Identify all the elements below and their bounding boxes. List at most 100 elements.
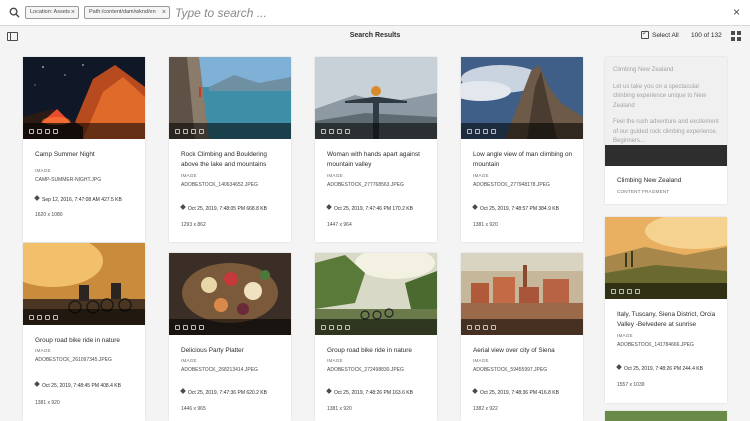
search-bar: Location: Assets × Path:/content/dam/wkn… (0, 0, 750, 26)
card-meta: Oct 25, 2019, 7:48:36 PM 416.8 KB (472, 388, 559, 396)
asset-card[interactable]: Camp Summer Night IMAGE CAMP-SUMMER-NIGH… (23, 57, 145, 242)
thumbnail-bike-ride (23, 243, 145, 325)
card-filename: ADOBESTOCK_141784666.JPEG (617, 342, 694, 348)
asset-card[interactable]: Group road bike ride in nature IMAGE ADO… (315, 253, 437, 421)
close-search-icon[interactable]: × (733, 5, 740, 19)
card-filename: ADOBESTOCK_59455997.JPEG (473, 367, 548, 373)
card-dimensions: 1620 x 1080 (35, 212, 63, 218)
card-filename: ADOBESTOCK_140634652.JPEG (181, 182, 258, 188)
fragment-line: Let us take you on a spectacular climbin… (613, 83, 707, 109)
card-dimensions: 1557 x 1039 (617, 382, 645, 388)
edit-icon (180, 388, 186, 394)
result-count: 100 of 132 (691, 32, 722, 39)
fragment-title: Climbing New Zealand (617, 177, 682, 184)
quick-actions (461, 123, 583, 139)
quick-actions (605, 145, 727, 166)
card-type: IMAGE (327, 173, 343, 178)
card-dimensions: 1293 x 862 (181, 222, 206, 228)
card-type: IMAGE (617, 333, 633, 338)
card-filename: ADOBESTOCK_277768563.JPEG (327, 182, 404, 188)
card-title: Rock Climbing and Bouldering above the l… (181, 151, 267, 168)
card-title: Italy, Tuscany, Siena District, Orcia Va… (617, 311, 716, 328)
card-type: IMAGE (473, 358, 489, 363)
card-filename: ADOBESTOCK_272498830.JPEG (327, 367, 404, 373)
card-type: IMAGE (35, 348, 51, 353)
card-title: Woman with hands apart against mountain … (327, 151, 420, 168)
select-all-label: Select All (652, 31, 679, 39)
card-meta: Oct 25, 2019, 7:47:36 PM 620.2 KB (180, 388, 267, 396)
remove-location-tag-icon[interactable]: × (71, 7, 75, 18)
card-filename: ADOBESTOCK_268213414.JPEG (181, 367, 258, 373)
search-input[interactable] (175, 4, 595, 22)
edit-icon (472, 204, 478, 210)
thumbnail-woman-valley (315, 57, 437, 139)
edit-icon (34, 381, 40, 387)
edit-icon (472, 388, 478, 394)
card-type: IMAGE (181, 173, 197, 178)
thumbnail-party-platter (169, 253, 291, 335)
remove-path-tag-icon[interactable]: × (162, 7, 166, 18)
asset-card[interactable]: Delicious Party Platter IMAGE ADOBESTOCK… (169, 253, 291, 421)
asset-card[interactable]: Woman with hands apart against mountain … (315, 57, 437, 242)
asset-card[interactable]: Italy, Tuscany, Siena District, Orcia Va… (605, 217, 727, 403)
view-switcher-icon[interactable] (731, 31, 741, 41)
asset-card[interactable] (605, 411, 727, 421)
location-filter-tag[interactable]: Location: Assets × (25, 6, 79, 19)
quick-actions (315, 319, 437, 335)
card-dimensions: 1381 x 920 (473, 222, 498, 228)
action-bar: Search Results Select All 100 of 132 (0, 26, 750, 47)
card-filename: ADOBESTOCK_261097345.JPEG (35, 357, 112, 363)
card-dimensions: 1446 x 965 (181, 406, 206, 412)
quick-actions (169, 319, 291, 335)
thumbnail-tuscany (605, 217, 727, 299)
card-type: IMAGE (327, 358, 343, 363)
thumbnail-siena (461, 253, 583, 335)
quick-actions (23, 123, 145, 139)
fragment-preview: Climbing New Zealand Let us take you on … (605, 57, 727, 145)
asset-card[interactable]: Aerial view over city of Siena IMAGE ADO… (461, 253, 583, 421)
card-type: IMAGE (35, 168, 51, 173)
search-icon[interactable] (9, 7, 20, 18)
select-all-button[interactable]: Select All (641, 29, 679, 39)
quick-actions (461, 319, 583, 335)
asset-card[interactable]: Group road bike ride in nature IMAGE ADO… (23, 243, 145, 421)
edit-icon (34, 195, 40, 201)
checkbox-icon (641, 29, 649, 39)
card-meta: Oct 25, 2019, 7:48:26 PM 163.6 KB (326, 388, 413, 396)
card-title: Group road bike ride in nature (35, 337, 120, 344)
thumbnail-camp-night (23, 57, 145, 139)
fragment-type: CONTENT FRAGMENT (617, 189, 670, 194)
card-dimensions: 1447 x 964 (327, 222, 352, 228)
fragment-line: Climbing New Zealand (613, 67, 674, 73)
card-meta: Oct 25, 2019, 7:48:45 PM 408.4 KB (34, 381, 121, 389)
quick-actions (23, 309, 145, 325)
card-dimensions: 1381 x 920 (327, 406, 352, 412)
card-meta: Sep 12, 2016, 7:47:08 AM 427.5 KB (34, 195, 122, 203)
card-title: Group road bike ride in nature (327, 347, 412, 354)
location-filter-label: Location: Assets (30, 9, 71, 15)
quick-actions (169, 123, 291, 139)
edit-icon (326, 204, 332, 210)
path-filter-label: Path:/content/dam/wknd/en (89, 9, 156, 15)
asset-card[interactable]: Low angle view of man climbing on mounta… (461, 57, 583, 242)
card-type: IMAGE (181, 358, 197, 363)
path-filter-tag[interactable]: Path:/content/dam/wknd/en × (84, 6, 170, 19)
card-meta: Oct 25, 2019, 7:48:57 PM 384.9 KB (472, 204, 559, 212)
card-title: Aerial view over city of Siena (473, 347, 555, 354)
card-meta: Oct 25, 2019, 7:48:05 PM 668.8 KB (180, 204, 267, 212)
page-title: Search Results (349, 32, 401, 39)
card-type: IMAGE (473, 173, 489, 178)
card-title: Delicious Party Platter (181, 347, 244, 354)
quick-actions (605, 283, 727, 299)
thumbnail-bike-ride-2 (315, 253, 437, 335)
edit-icon (180, 204, 186, 210)
edit-icon (616, 364, 622, 370)
fragment-line: Feel the rush adventure and excitement o… (613, 119, 719, 144)
quick-actions (315, 123, 437, 139)
content-fragment-card[interactable]: Climbing New Zealand Let us take you on … (605, 57, 727, 204)
card-dimensions: 1382 x 922 (473, 406, 498, 412)
thumbnail-man-climbing (461, 57, 583, 139)
asset-card[interactable]: Rock Climbing and Bouldering above the l… (169, 57, 291, 242)
edit-icon (326, 388, 332, 394)
card-title: Camp Summer Night (35, 151, 95, 158)
